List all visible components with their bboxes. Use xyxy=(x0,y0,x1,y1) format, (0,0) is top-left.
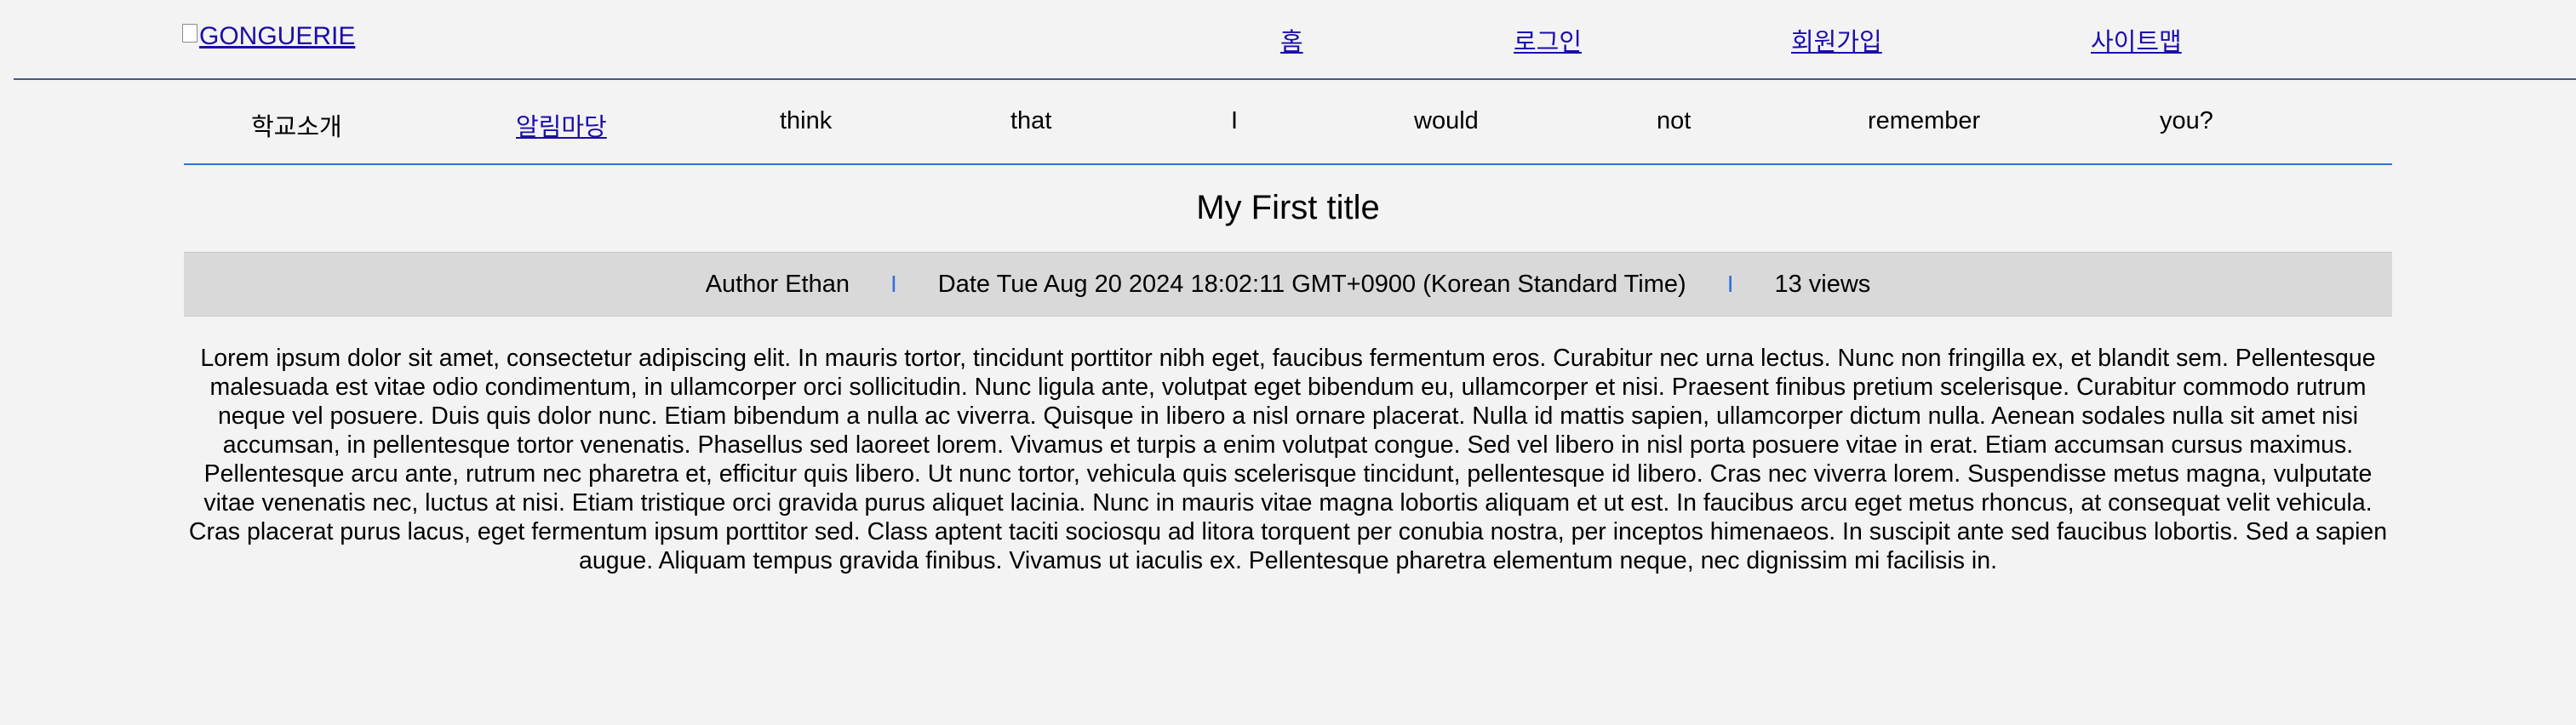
top-nav: 홈 로그인 회원가입 사이트맵 xyxy=(14,22,2576,56)
category-item-remember[interactable]: remember xyxy=(1868,107,1980,135)
category-item-school-intro[interactable]: 학교소개 xyxy=(251,107,342,143)
category-item-think[interactable]: think xyxy=(780,107,832,135)
post-date: Date Tue Aug 20 2024 18:02:11 GMT+0900 (… xyxy=(937,270,1686,298)
site-header: GONGUERIE 홈 로그인 회원가입 사이트맵 xyxy=(14,0,2576,80)
nav-home-link[interactable]: 홈 xyxy=(1280,22,1303,58)
category-menu: 학교소개 알림마당 think that I would not remembe… xyxy=(184,82,2392,165)
nav-signup-link[interactable]: 회원가입 xyxy=(1791,22,1882,58)
nav-login-link[interactable]: 로그인 xyxy=(1514,22,1582,58)
meta-separator: I xyxy=(1726,271,1734,297)
category-item-you[interactable]: you? xyxy=(2160,107,2213,135)
post-content: Lorem ipsum dolor sit amet, consectetur … xyxy=(188,345,2388,574)
category-item-would[interactable]: would xyxy=(1414,107,1479,135)
post-meta-bar: Author Ethan I Date Tue Aug 20 2024 18:0… xyxy=(184,252,2392,317)
post-views: 13 views xyxy=(1774,270,1871,298)
meta-separator: I xyxy=(890,271,897,297)
category-item-not[interactable]: not xyxy=(1657,107,1691,135)
category-item-that[interactable]: that xyxy=(1010,107,1051,135)
category-item-notice-board[interactable]: 알림마당 xyxy=(516,107,607,143)
category-item-i[interactable]: I xyxy=(1231,107,1238,135)
post-author: Author Ethan xyxy=(705,270,850,298)
post-title: My First title xyxy=(1196,189,1380,226)
nav-sitemap-link[interactable]: 사이트맵 xyxy=(2091,22,2182,58)
